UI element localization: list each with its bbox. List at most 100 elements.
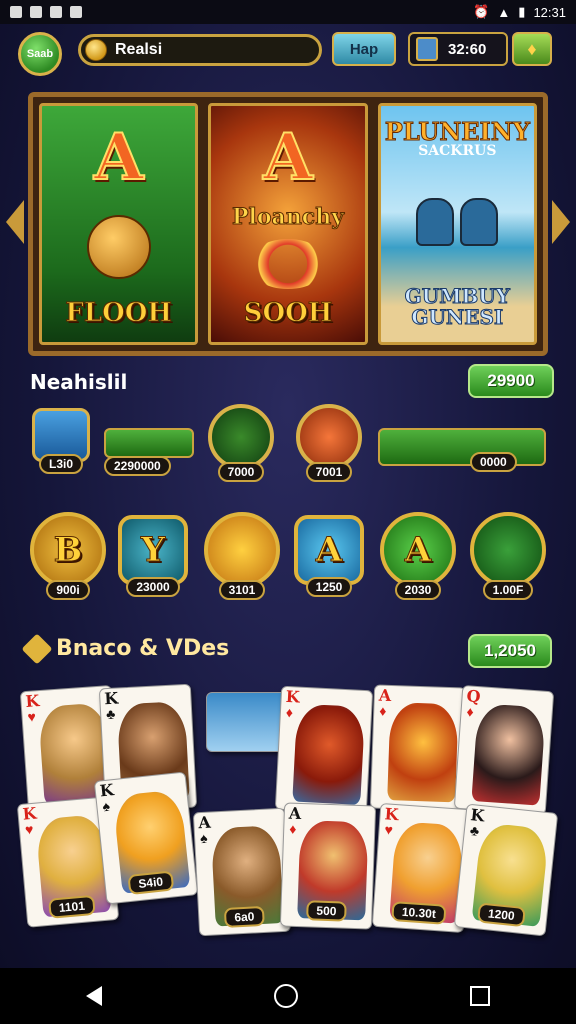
card-suit: ♦ — [289, 820, 297, 837]
timer-value: 32:60 — [448, 40, 487, 58]
card-label: 1200 — [477, 902, 526, 928]
featured-game-3[interactable]: PLUNEINY SACKRUS GUMBUY GUNESI — [377, 103, 537, 345]
game-tile[interactable]: 1.00F — [470, 512, 546, 600]
featured-carousel: A FLOOH A Ploanchy SOOH PLUNEINY SACKRUS… — [28, 92, 548, 356]
game-tile[interactable]: A 2030 — [380, 512, 456, 600]
game-icon — [208, 404, 274, 470]
bonus-value: 0000 — [470, 452, 517, 472]
card-label: 10.30t — [391, 901, 447, 925]
section-value-button[interactable]: 1,2050 — [468, 634, 552, 668]
game-tile[interactable]: L3i0 — [32, 408, 90, 474]
card-suit: ♥ — [384, 821, 394, 838]
game-icon: Y — [118, 515, 188, 585]
playing-card[interactable]: K ♦ — [274, 685, 374, 815]
card-rank: A — [378, 685, 392, 706]
tile-label: 7000 — [217, 462, 265, 482]
status-time: 12:31 — [533, 4, 566, 20]
game-caption: SOOH — [243, 298, 333, 329]
featured-game-2[interactable]: A Ploanchy SOOH — [208, 103, 368, 345]
timer-display: 32:60 — [408, 32, 508, 66]
game-tile[interactable]: Y 23000 — [118, 515, 188, 597]
search-text: Realsi — [115, 41, 163, 58]
game-tile[interactable]: 3101 — [204, 512, 280, 600]
card-suit: ♦ — [379, 702, 387, 719]
card-suit: ♣ — [469, 822, 480, 839]
carousel-right-arrow[interactable] — [552, 200, 570, 244]
tile-label: 2030 — [394, 580, 442, 600]
carousel-left-arrow[interactable] — [6, 200, 24, 244]
playing-card[interactable]: K ♠ S4i0 — [93, 771, 199, 905]
character-art — [471, 703, 547, 806]
card-suit: ♠ — [199, 829, 209, 847]
notification-icon — [30, 6, 42, 18]
playing-card[interactable]: A ♦ 500 — [279, 802, 377, 930]
game-icon: A — [380, 512, 456, 588]
people-illustration — [416, 198, 499, 246]
playing-card[interactable]: Q ♦ — [453, 684, 555, 816]
card-rank: A — [197, 812, 212, 833]
notification-icon — [50, 6, 62, 18]
card-suit: ♠ — [101, 797, 111, 815]
top-bar: Saab Realsi Hap 32:60 ♦ — [0, 28, 576, 76]
game-title-text: PLUNEINY — [384, 117, 530, 146]
recents-icon[interactable] — [470, 986, 490, 1006]
gift-button[interactable]: ♦ — [512, 32, 552, 66]
game-letter: A — [262, 119, 314, 196]
profile-button[interactable]: Saab — [18, 32, 62, 76]
card-rank: K — [103, 688, 119, 709]
tile-label: 23000 — [126, 577, 180, 597]
card-suit: ♥ — [27, 708, 37, 725]
battery-icon: ▮ — [518, 4, 526, 19]
card-label: 1101 — [48, 894, 96, 919]
game-tile[interactable]: 7000 — [208, 404, 274, 482]
search-bar[interactable]: Realsi — [78, 34, 322, 66]
section-icon — [21, 633, 53, 665]
progress-bar — [104, 428, 194, 458]
game-title: Ploanchy — [231, 204, 344, 231]
game-icon — [470, 512, 546, 588]
section-title: Neahislil — [30, 370, 128, 394]
game-row-1: L3i0 2290000 7000 7001 0000 — [0, 402, 576, 490]
back-icon[interactable] — [86, 986, 102, 1006]
game-bottom-title: GUMBUY GUNESI — [404, 284, 510, 329]
tile-label: 1250 — [305, 577, 353, 597]
playing-card[interactable]: A ♦ — [369, 684, 467, 812]
card-suit: ♦ — [285, 703, 294, 721]
game-icon — [204, 512, 280, 588]
system-nav-bar — [0, 968, 576, 1024]
gift-icon: ♦ — [527, 38, 537, 59]
ring-icon — [247, 239, 328, 289]
character-art — [292, 703, 366, 805]
featured-game-1[interactable]: A FLOOH — [39, 103, 199, 345]
home-icon[interactable] — [274, 984, 298, 1008]
card-suit: ♥ — [24, 820, 34, 838]
tile-label: 1.00F — [482, 580, 534, 600]
alarm-icon: ⏰ — [473, 4, 490, 19]
status-bar: ⏰ ▲ ▮ 12:31 — [0, 0, 576, 24]
game-tile[interactable]: A 1250 — [294, 515, 364, 597]
notification-icon — [10, 6, 22, 18]
card-rank: A — [288, 803, 302, 824]
bonus-bar[interactable] — [378, 428, 546, 466]
character-art — [387, 702, 459, 803]
playing-card[interactable]: A ♠ 6a0 — [192, 807, 292, 937]
card-suit: ♦ — [466, 703, 475, 720]
tile-label: 7001 — [305, 462, 353, 482]
wifi-icon: ▲ — [497, 4, 511, 20]
tile-label: 2290000 — [104, 456, 171, 476]
tile-label: L3i0 — [38, 454, 83, 474]
game-caption: FLOOH — [65, 298, 173, 329]
notification-icon — [70, 6, 82, 18]
game-title: PLUNEINY SACKRUS — [384, 117, 530, 158]
card-icon — [416, 37, 438, 61]
game-tile[interactable]: B 900i — [30, 512, 106, 600]
game-tile[interactable]: 7001 — [296, 404, 362, 482]
tile-value: 2290000 — [104, 456, 171, 476]
section-value-button[interactable]: 29900 — [468, 364, 554, 398]
play-button[interactable]: Hap — [332, 32, 396, 66]
banana-icon — [86, 214, 151, 279]
playing-card[interactable]: K ♣ 1200 — [453, 803, 559, 937]
game-row-2: B 900i Y 23000 3101 A 1250 A 2030 1.00F — [0, 512, 576, 612]
card-grid: K ♥ K ♣ K ♦ A ♦ Q ♦ K ♥ 1101 K ♠ S4i0 A … — [0, 680, 576, 966]
game-icon — [296, 404, 362, 470]
